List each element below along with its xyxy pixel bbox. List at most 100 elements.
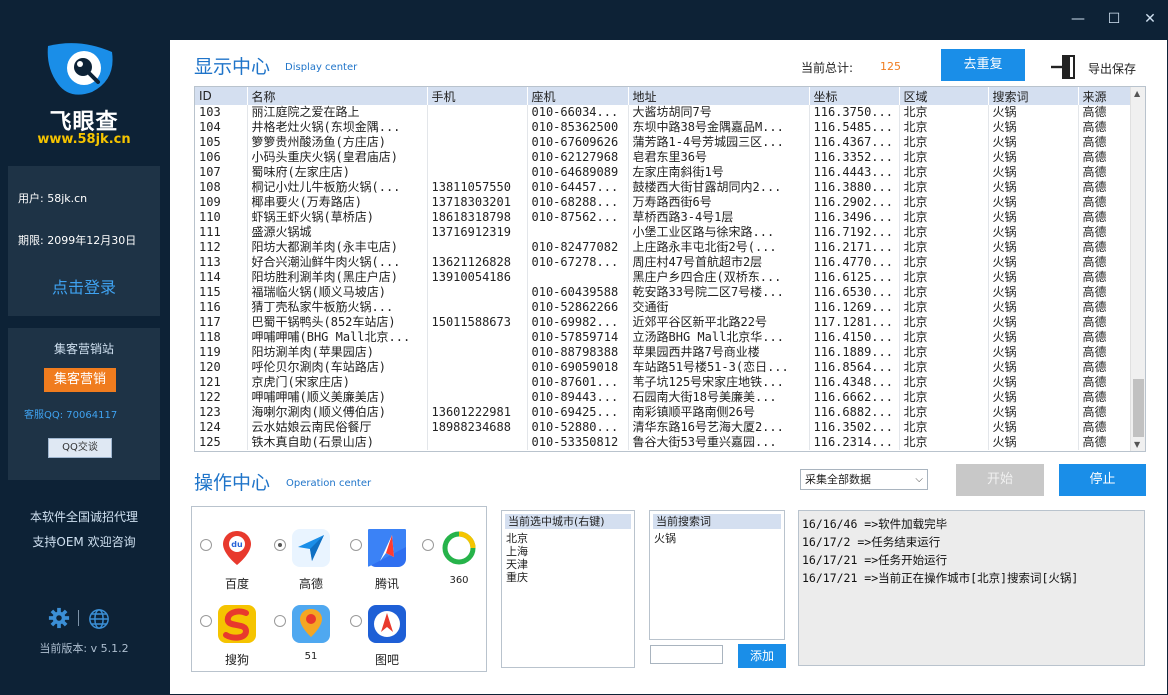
source-radio[interactable] <box>350 539 362 551</box>
table-row[interactable]: 122 呷哺呷哺(顺义美廉美店) 010-89443... 石园南大街18号美廉美..… <box>195 390 1131 405</box>
source-radio[interactable] <box>200 615 212 627</box>
add-keyword-button[interactable]: 添加 <box>738 644 786 668</box>
column-header[interactable]: 手机 <box>427 87 528 105</box>
table-row[interactable]: 108 桐记小灶儿牛板筋火锅(... 13811057550 010-64457...… <box>195 180 1131 195</box>
table-row[interactable]: 109 椰串要火(万寿路店) 13718303201 010-68288... 万寿路西… <box>195 195 1131 210</box>
table-row[interactable]: 106 小码头重庆火锅(皇君庙店) 010-62127968 皂君东里36号 116.3… <box>195 150 1131 165</box>
source-360[interactable]: 360 <box>418 509 488 586</box>
collect-mode-select[interactable]: 采集全部数据 ⌵ <box>800 469 928 490</box>
table-row[interactable]: 124 云水姑娘云南民俗餐厅 18988234688 010-52880... 清华东路… <box>195 420 1131 435</box>
table-cell: 116.2902... <box>809 195 900 210</box>
keyword-list[interactable]: 当前搜索词 火锅 <box>649 510 785 640</box>
table-row[interactable]: 119 阳坊涮羊肉(苹果园店) 010-88798388 苹果园西井路7号商业楼 116… <box>195 345 1131 360</box>
globe-icon[interactable] <box>88 608 110 630</box>
source-radio[interactable] <box>274 615 286 627</box>
source-51[interactable]: 51 <box>270 585 340 662</box>
table-row[interactable]: 103 丽江庭院之爱在路上 010-66034... 大酱坊胡同7号 116.3750.… <box>195 105 1131 120</box>
source-tuba[interactable]: 图吧 <box>346 585 416 667</box>
table-cell: 巴蜀干锅鸭头(852车站店) <box>247 315 428 330</box>
table-cell: 左家庄南斜街1号 <box>628 165 810 180</box>
table-cell: 立汤路BHG Mall北京华... <box>628 330 810 345</box>
table-cell <box>427 300 528 315</box>
table-row[interactable]: 111 盛源火锅城 13716912319 小堡工业区路与徐宋路... 116.7192… <box>195 225 1131 240</box>
source-radio[interactable] <box>200 539 212 551</box>
login-link[interactable]: 点击登录 <box>8 274 160 298</box>
marketing-button[interactable]: 集客营销 <box>44 368 116 392</box>
column-header[interactable]: 地址 <box>628 87 810 105</box>
source-radio[interactable] <box>422 539 434 551</box>
source-baidu[interactable]: du 百度 <box>196 509 266 591</box>
table-row[interactable]: 115 福瑞临火锅(顺义马坡店) 010-60439588 乾安路33号院二区7号楼.… <box>195 285 1131 300</box>
table-cell: 北京 <box>899 375 989 390</box>
list-item[interactable]: 上海 <box>502 545 634 558</box>
stop-button[interactable]: 停止 <box>1059 464 1146 496</box>
table-row[interactable]: 120 呼伦贝尔涮肉(车站路店) 010-69059018 车站路51号楼51-3(恋… <box>195 360 1131 375</box>
table-row[interactable]: 113 好合兴潮汕鲜牛肉火锅(... 13621126828 010-67278...… <box>195 255 1131 270</box>
table-row[interactable]: 110 虾锅王虾火锅(草桥店) 18618318798 010-87562... 草桥西… <box>195 210 1131 225</box>
table-cell: 高德 <box>1078 330 1131 345</box>
list-item[interactable]: 天津 <box>502 558 634 571</box>
list-item[interactable]: 火锅 <box>650 532 784 545</box>
scrollbar-thumb[interactable] <box>1133 379 1144 437</box>
table-row[interactable]: 121 京虎门(宋家庄店) 010-87601... 苇子坑125号宋家庄地铁... 1… <box>195 375 1131 390</box>
column-header[interactable]: 坐标 <box>809 87 900 105</box>
list-item[interactable]: 重庆 <box>502 571 634 584</box>
table-row[interactable]: 105 箩箩贵州酸汤鱼(方庄店) 010-67609626 蒲芳路1-4号芳城园三区.… <box>195 135 1131 150</box>
qq-chat-button[interactable]: QQ交谈 <box>48 438 112 458</box>
table-row[interactable]: 116 猜丁壳私家牛板筋火锅... 010-52862266 交通街 116.1269.… <box>195 300 1131 315</box>
column-header[interactable]: 座机 <box>527 87 629 105</box>
export-icon[interactable] <box>1050 54 1076 80</box>
results-table[interactable]: ID 名称 手机 座机 地址 坐标 区域 搜索词 来源 103 丽江庭院之爱在路上 010-6603… <box>194 86 1146 452</box>
source-tencent[interactable]: 腾讯 <box>346 509 416 591</box>
column-header[interactable]: 区域 <box>899 87 989 105</box>
table-cell: 火锅 <box>988 405 1079 420</box>
scroll-up-icon[interactable]: ▲ <box>1134 89 1140 98</box>
source-amap[interactable]: 高德 <box>270 509 340 591</box>
maximize-button[interactable]: ☐ <box>1096 8 1132 30</box>
table-cell: 火锅 <box>988 330 1079 345</box>
marketing-panel: 集客营销站 集客营销 客服QQ: 70064117 QQ交谈 <box>8 328 160 480</box>
table-cell: 高德 <box>1078 405 1131 420</box>
table-cell: 116.4348... <box>809 375 900 390</box>
export-save-label[interactable]: 导出保存 <box>1088 60 1136 77</box>
table-row[interactable]: 117 巴蜀干锅鸭头(852车站店) 15011588673 010-69982...… <box>195 315 1131 330</box>
scroll-down-icon[interactable]: ▼ <box>1134 440 1140 449</box>
table-row[interactable]: 107 蜀味府(左家庄店) 010-64689089 左家庄南斜街1号 116.4443… <box>195 165 1131 180</box>
dedup-button[interactable]: 去重复 <box>941 49 1025 81</box>
gear-icon[interactable] <box>48 607 70 629</box>
column-header[interactable]: ID <box>195 87 248 105</box>
table-cell: 东坝中路38号金隅嘉品M... <box>628 120 810 135</box>
table-row[interactable]: 114 阳坊胜利涮羊肉(黑庄户店) 13910054186 黑庄户乡四合庄(双桥东..… <box>195 270 1131 285</box>
column-header[interactable]: 搜索词 <box>988 87 1079 105</box>
list-item[interactable]: 北京 <box>502 532 634 545</box>
keyword-input[interactable] <box>650 645 723 664</box>
table-row[interactable]: 112 阳坊大都涮羊肉(永丰屯店) 010-82477082 上庄路永丰屯北街2号(.… <box>195 240 1131 255</box>
column-header[interactable]: 来源 <box>1078 87 1131 105</box>
amap-icon <box>292 529 330 567</box>
start-button[interactable]: 开始 <box>956 464 1044 496</box>
table-cell: 高德 <box>1078 360 1131 375</box>
table-cell: 010-69425... <box>527 405 629 420</box>
table-cell: 北京 <box>899 330 989 345</box>
column-header[interactable]: 名称 <box>247 87 428 105</box>
source-radio[interactable] <box>350 615 362 627</box>
table-cell: 13811057550 <box>427 180 528 195</box>
table-cell <box>427 105 528 120</box>
close-button[interactable]: ✕ <box>1132 8 1168 30</box>
keyword-list-header: 当前搜索词 <box>653 514 781 529</box>
table-cell: 116 <box>195 300 248 315</box>
table-row[interactable]: 125 铁木真自助(石景山店) 010-53350812 鲁谷大街53号重兴嘉园...… <box>195 435 1131 450</box>
table-cell: 北京 <box>899 345 989 360</box>
source-selector: du 百度 高德 腾讯 360 搜狗 51 图吧 <box>191 506 487 672</box>
table-cell: 010-52862266 <box>527 300 629 315</box>
table-row[interactable]: 123 海喇尔涮肉(顺义傅伯店) 13601222981 010-69425... 南彩… <box>195 405 1131 420</box>
city-list[interactable]: 当前选中城市(右键) 北京 上海 天津 重庆 <box>501 510 635 668</box>
source-sogou[interactable]: 搜狗 <box>196 585 266 667</box>
table-scrollbar[interactable]: ▲ ▼ <box>1130 87 1145 451</box>
minimize-button[interactable]: — <box>1060 8 1096 30</box>
source-radio-selected[interactable] <box>274 539 286 551</box>
table-row[interactable]: 118 呷哺呷哺(BHG Mall北京... 010-57859714 立汤路BHG … <box>195 330 1131 345</box>
360-map-icon <box>442 531 476 565</box>
table-row[interactable]: 104 井格老灶火锅(东坝金隅... 010-85362500 东坝中路38号金隅嘉品… <box>195 120 1131 135</box>
icon-divider <box>78 610 79 626</box>
